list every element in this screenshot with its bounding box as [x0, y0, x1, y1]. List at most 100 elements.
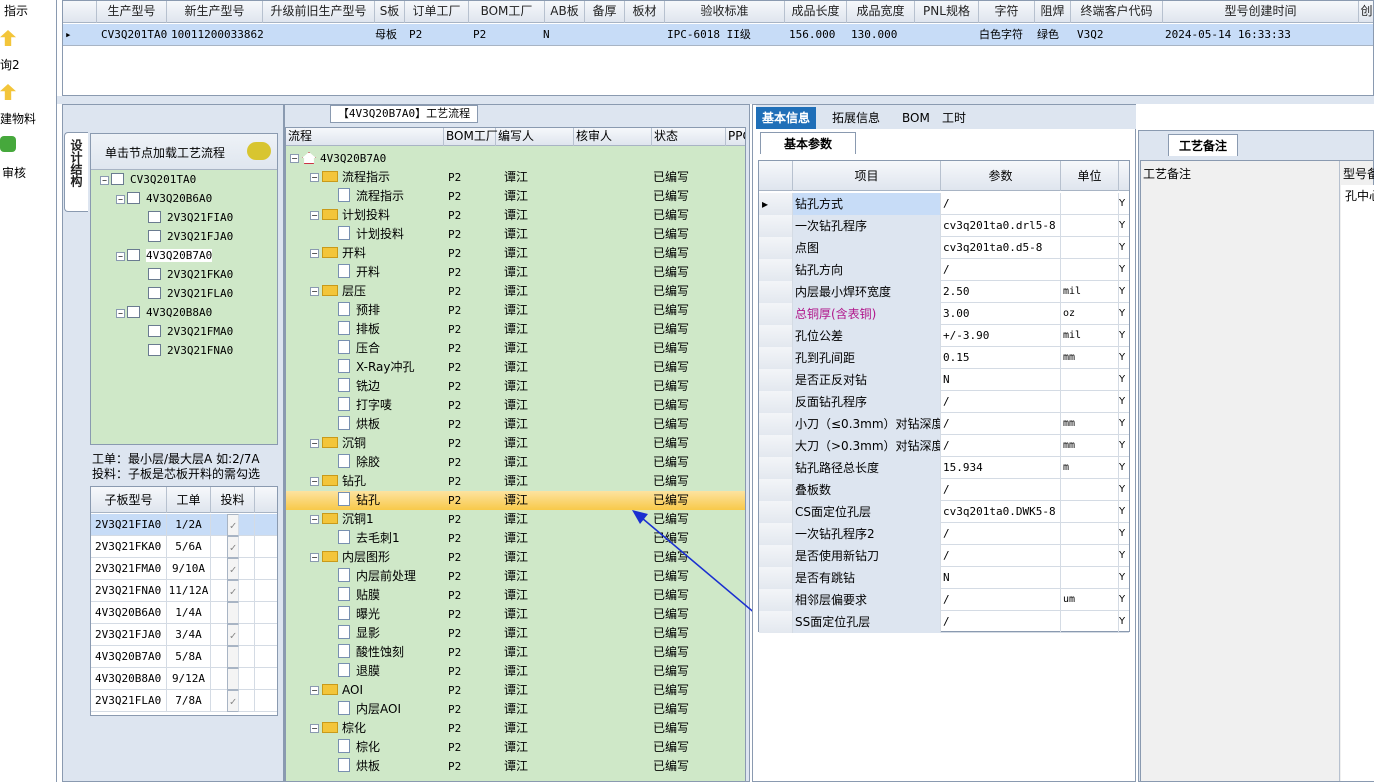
- feed-checkbox[interactable]: [227, 646, 239, 668]
- tree-node[interactable]: − CV3Q201TA0: [100, 172, 196, 188]
- feed-checkbox[interactable]: ✓: [227, 514, 239, 536]
- collapse-icon[interactable]: −: [310, 173, 319, 182]
- tree-row[interactable]: − 沉铜 P2 谭江 已编写: [286, 434, 745, 453]
- table-row[interactable]: 2V3Q21FKA0 5/6A ✓: [91, 536, 277, 558]
- collapse-icon[interactable]: −: [310, 439, 319, 448]
- tree-node[interactable]: −4V3Q20B6A0: [116, 191, 212, 207]
- table-row[interactable]: 叠板数 / Y: [759, 479, 1129, 501]
- table-row[interactable]: 钻孔路径总长度 15.934 m Y: [759, 457, 1129, 479]
- tree-node[interactable]: 2V3Q21FKA0: [132, 267, 233, 283]
- collapse-icon[interactable]: −: [310, 477, 319, 486]
- tree-row[interactable]: 排板 P2 谭江 已编写: [286, 320, 745, 339]
- table-row[interactable]: 总铜厚(含表铜) 3.00 oz Y: [759, 303, 1129, 325]
- model-notes-cell[interactable]: 孔中心: [1345, 187, 1374, 204]
- col-header[interactable]: AB板: [545, 1, 585, 23]
- tree-node[interactable]: −4V3Q20B8A0: [116, 305, 212, 321]
- notes-col-header[interactable]: 工艺备注: [1143, 165, 1191, 182]
- col-header[interactable]: 投料: [211, 487, 255, 513]
- collapse-icon[interactable]: −: [116, 309, 125, 318]
- tab-process-notes[interactable]: 工艺备注: [1168, 134, 1238, 156]
- col-header[interactable]: 参数: [941, 161, 1061, 191]
- tab-basic-params[interactable]: 基本参数: [760, 132, 856, 154]
- col-header[interactable]: 新生产型号: [167, 1, 263, 23]
- table-row[interactable]: 小刀（≤0.3mm）对钻深度 / mm Y: [759, 413, 1129, 435]
- table-row[interactable]: 一次钻孔程序2/Y: [759, 523, 1129, 545]
- collapse-icon[interactable]: −: [100, 176, 109, 185]
- collapse-icon[interactable]: −: [310, 249, 319, 258]
- collapse-icon[interactable]: −: [310, 211, 319, 220]
- table-row[interactable]: SS面定位孔层 / Y: [759, 611, 1129, 633]
- table-row[interactable]: 一次钻孔程序 cv3q201ta0.drl5-8 Y: [759, 215, 1129, 237]
- table-row[interactable]: CS面定位孔层 cv3q201ta0.DWK5-8 Y: [759, 501, 1129, 523]
- table-row[interactable]: 2V3Q21FIA0 1/2A ✓: [91, 514, 277, 536]
- table-row[interactable]: 是否正反对钻 N Y: [759, 369, 1129, 391]
- col-header[interactable]: 阻焊: [1035, 1, 1071, 23]
- tree-row[interactable]: X-Ray冲孔 P2 谭江 已编写: [286, 358, 745, 377]
- tab-work-hours[interactable]: 工时: [936, 107, 972, 129]
- collapse-icon[interactable]: −: [310, 515, 319, 524]
- tree-row[interactable]: − 层压 P2 谭江 已编写: [286, 282, 745, 301]
- tree-row[interactable]: − AOI P2 谭江 已编写: [286, 681, 745, 700]
- col-header[interactable]: S板: [375, 1, 405, 23]
- table-row[interactable]: ▸ 钻孔方式 / Y: [759, 193, 1129, 215]
- feed-checkbox[interactable]: ✓: [227, 580, 239, 602]
- table-row[interactable]: 内层最小焊环宽度 2.50 mil Y: [759, 281, 1129, 303]
- col-header[interactable]: BOM工厂: [469, 1, 545, 23]
- feed-checkbox[interactable]: ✓: [227, 690, 239, 712]
- feed-checkbox[interactable]: ✓: [227, 536, 239, 558]
- col-header[interactable]: 成品宽度: [847, 1, 915, 23]
- tree-row[interactable]: 棕化 P2 谭江 已编写: [286, 738, 745, 757]
- table-row[interactable]: 是否使用新钻刀 / Y: [759, 545, 1129, 567]
- table-row[interactable]: 反面钻孔程序 / Y: [759, 391, 1129, 413]
- tree-row[interactable]: − 钻孔 P2 谭江 已编写: [286, 472, 745, 491]
- tab-bom[interactable]: BOM: [896, 107, 936, 129]
- collapse-icon[interactable]: −: [116, 195, 125, 204]
- col-header[interactable]: 生产型号: [97, 1, 167, 23]
- tree-row[interactable]: 内层AOI P2 谭江 已编写: [286, 700, 745, 719]
- col-header[interactable]: 备厚: [585, 1, 625, 23]
- tree-row[interactable]: 铣边 P2 谭江 已编写: [286, 377, 745, 396]
- table-row[interactable]: 相邻层偏要求 / um Y: [759, 589, 1129, 611]
- col-header[interactable]: BOM工厂: [444, 128, 498, 146]
- tab-extended-info[interactable]: 拓展信息: [826, 107, 886, 129]
- table-row[interactable]: 4V3Q20B8A0 9/12A: [91, 668, 277, 690]
- collapse-icon[interactable]: −: [116, 252, 125, 261]
- col-header[interactable]: 型号创建时间: [1163, 1, 1359, 23]
- col-header[interactable]: 板材: [625, 1, 665, 23]
- tree-row[interactable]: 酸性蚀刻 P2 谭江 已编写: [286, 643, 745, 662]
- tab-basic-info[interactable]: 基本信息: [756, 107, 817, 129]
- table-row[interactable]: 孔到孔间距 0.15 mm Y: [759, 347, 1129, 369]
- feed-checkbox[interactable]: [227, 602, 239, 624]
- collapse-icon[interactable]: −: [310, 287, 319, 296]
- table-row[interactable]: ▸ CV3Q201TA0 10011200033862 母板 P2 P2 N I…: [63, 24, 1373, 46]
- col-header[interactable]: 终端客户代码: [1071, 1, 1163, 23]
- tree-row[interactable]: 压合 P2 谭江 已编写: [286, 339, 745, 358]
- tree-node[interactable]: −4V3Q20B7A0: [116, 248, 213, 264]
- col-header[interactable]: PPC: [726, 128, 745, 146]
- table-row[interactable]: 点图 cv3q201ta0.d5-8 Y: [759, 237, 1129, 259]
- col-header[interactable]: 成品长度: [785, 1, 847, 23]
- tree-row[interactable]: 烘板 P2 谭江 已编写: [286, 415, 745, 434]
- tree-row[interactable]: − 计划投料 P2 谭江 已编写: [286, 206, 745, 225]
- tab-design-structure[interactable]: 设计结构: [64, 132, 88, 212]
- tree-row[interactable]: 计划投料 P2 谭江 已编写: [286, 225, 745, 244]
- tree-row[interactable]: − 流程指示 P2 谭江 已编写: [286, 168, 745, 187]
- col-header[interactable]: 核审人: [574, 128, 652, 146]
- col-header[interactable]: 字符: [979, 1, 1035, 23]
- col-header[interactable]: 项目: [793, 161, 941, 191]
- collapse-icon[interactable]: −: [310, 724, 319, 733]
- tree-row[interactable]: 预排 P2 谭江 已编写: [286, 301, 745, 320]
- table-row[interactable]: 2V3Q21FJA0 3/4A ✓: [91, 624, 277, 646]
- table-row[interactable]: 4V3Q20B6A0 1/4A: [91, 602, 277, 624]
- tree-row[interactable]: 退膜 P2 谭江 已编写: [286, 662, 745, 681]
- col-header[interactable]: PNL规格: [915, 1, 979, 23]
- tree-node[interactable]: 2V3Q21FNA0: [132, 343, 233, 359]
- table-row[interactable]: 2V3Q21FLA0 7/8A ✓: [91, 690, 277, 712]
- col-header[interactable]: 编写人: [496, 128, 574, 146]
- col-header[interactable]: 流程: [286, 128, 444, 146]
- tree-node[interactable]: 2V3Q21FLA0: [132, 286, 233, 302]
- tree-row[interactable]: − 开料 P2 谭江 已编写: [286, 244, 745, 263]
- feed-checkbox[interactable]: ✓: [227, 624, 239, 646]
- col-header[interactable]: 订单工厂: [405, 1, 469, 23]
- model-notes-col-header[interactable]: 型号备: [1343, 165, 1374, 182]
